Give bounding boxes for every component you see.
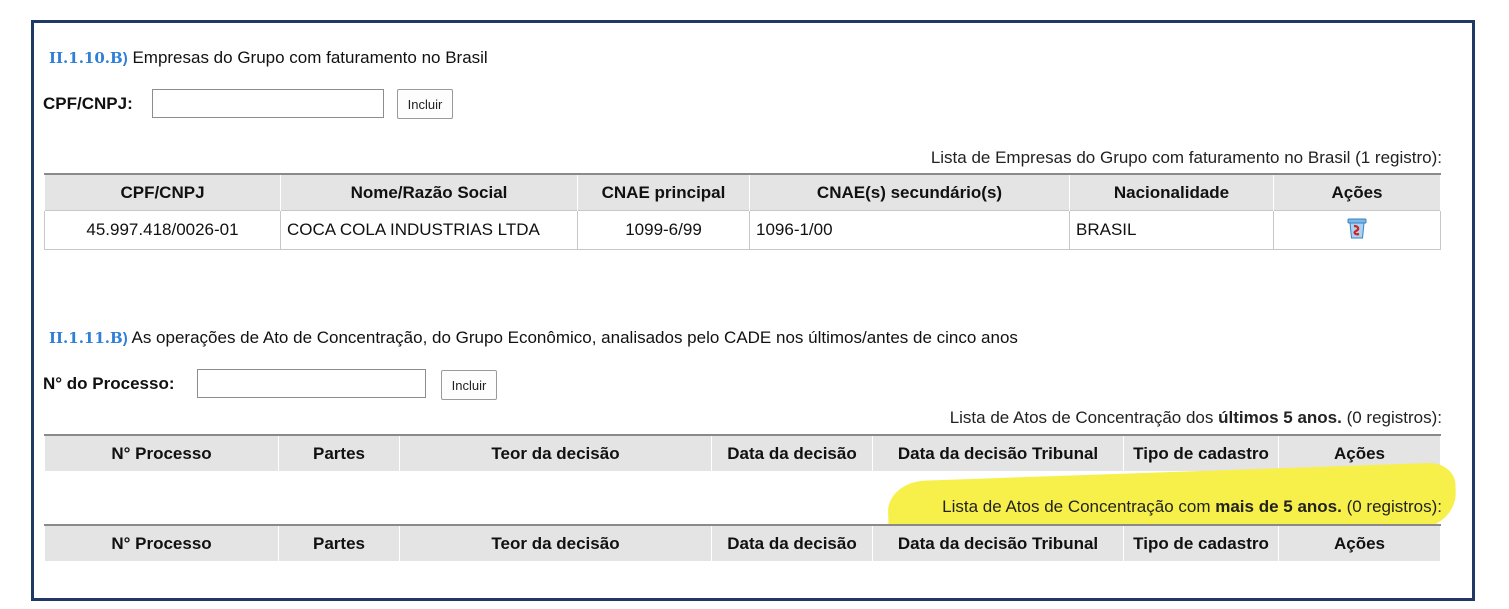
empresas-table: CPF/CNPJ Nome/Razão Social CNAE principa…: [44, 173, 1441, 250]
col-header-acoes: Ações: [1273, 173, 1441, 211]
atos-recentes-caption: Lista de Atos de Concentração dos último…: [949, 408, 1442, 427]
section-2-heading: II.1.11.B) As operações de Ato de Concen…: [49, 328, 1018, 348]
atos-recentes-table: N° Processo Partes Teor da decisão Data …: [44, 434, 1441, 471]
col-header-processo: N° Processo: [44, 434, 279, 471]
col-header-data-decisao: Data da decisão: [711, 434, 873, 471]
empresas-list-caption: Lista de Empresas do Grupo com faturamen…: [930, 148, 1442, 167]
table-header-row: N° Processo Partes Teor da decisão Data …: [44, 434, 1441, 471]
col-header-tipo-cadastro: Tipo de cadastro: [1123, 524, 1279, 561]
cell-acoes: [1273, 210, 1441, 250]
col-header-data-decisao: Data da decisão: [711, 524, 873, 561]
col-header-nome: Nome/Razão Social: [280, 173, 578, 211]
col-header-teor: Teor da decisão: [399, 434, 712, 471]
section-2-title: As operações de Ato de Concentração, do …: [131, 328, 1018, 347]
col-header-data-tribunal: Data da decisão Tribunal: [872, 434, 1124, 471]
processo-input[interactable]: [197, 369, 426, 398]
table-header-row: CPF/CNPJ Nome/Razão Social CNAE principa…: [44, 173, 1441, 211]
cpf-cnpj-input[interactable]: [152, 89, 384, 118]
section-1-code: II.1.10.B): [49, 49, 128, 67]
col-header-nacionalidade: Nacionalidade: [1069, 173, 1274, 211]
col-header-tipo-cadastro: Tipo de cadastro: [1123, 434, 1279, 471]
cpf-cnpj-label: CPF/CNPJ:: [43, 94, 133, 113]
section-2-code: II.1.11.B): [49, 329, 128, 347]
delete-trash-icon[interactable]: [1346, 216, 1368, 245]
cell-cnae-secundarios: 1096-1/00: [749, 210, 1070, 250]
table-header-row: N° Processo Partes Teor da decisão Data …: [44, 524, 1441, 561]
section-1-heading: II.1.10.B) Empresas do Grupo com faturam…: [49, 48, 488, 68]
cell-nacionalidade: BRASIL: [1069, 210, 1274, 250]
table-row: 45.997.418/0026-01 COCA COLA INDUSTRIAS …: [44, 210, 1441, 250]
col-header-partes: Partes: [278, 524, 400, 561]
col-header-cnae-secundarios: CNAE(s) secundário(s): [749, 173, 1070, 211]
col-header-acoes: Ações: [1278, 524, 1441, 561]
col-header-cpf-cnpj: CPF/CNPJ: [44, 173, 281, 211]
col-header-data-tribunal: Data da decisão Tribunal: [872, 524, 1124, 561]
atos-antigos-table: N° Processo Partes Teor da decisão Data …: [44, 524, 1441, 561]
cell-cnae-principal: 1099-6/99: [577, 210, 750, 250]
col-header-teor: Teor da decisão: [399, 524, 712, 561]
cell-cpf-cnpj: 45.997.418/0026-01: [44, 210, 281, 250]
incluir-empresa-button[interactable]: Incluir: [397, 89, 453, 119]
processo-label: N° do Processo:: [43, 374, 175, 393]
incluir-processo-button[interactable]: Incluir: [441, 370, 497, 400]
col-header-cnae-principal: CNAE principal: [577, 173, 750, 211]
section-1-title: Empresas do Grupo com faturamento no Bra…: [132, 48, 488, 67]
atos-antigos-caption: Lista de Atos de Concentração com mais d…: [942, 497, 1442, 516]
col-header-partes: Partes: [278, 434, 400, 471]
cell-nome: COCA COLA INDUSTRIAS LTDA: [280, 210, 578, 250]
col-header-processo: N° Processo: [44, 524, 279, 561]
